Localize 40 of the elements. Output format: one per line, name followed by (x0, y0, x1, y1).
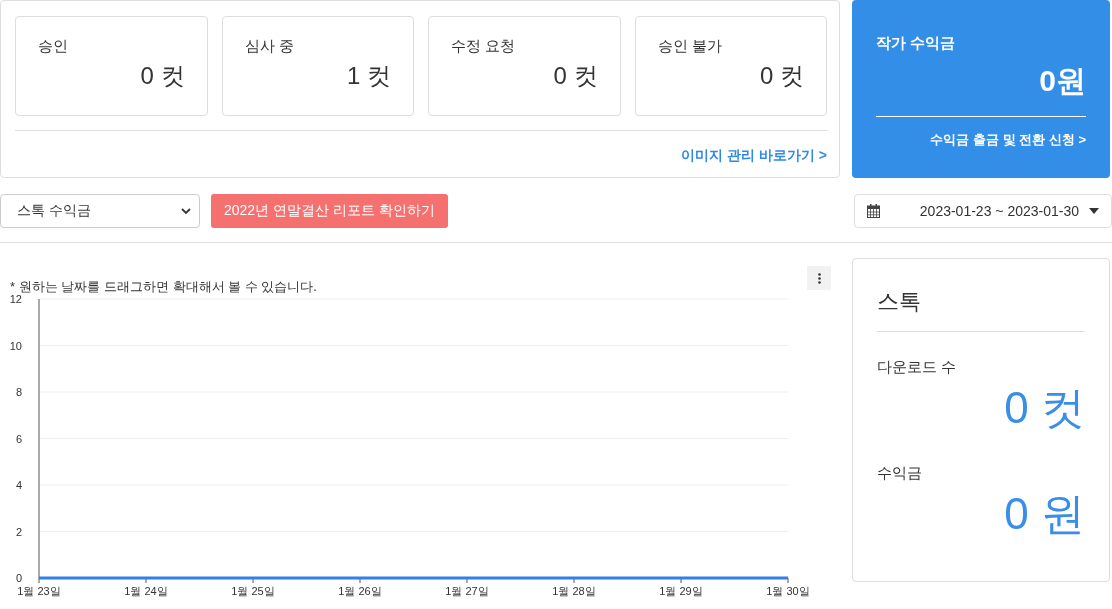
earnings-title: 작가 수익금 (876, 34, 956, 53)
x-tick-label: 1월 27일 (445, 585, 489, 597)
y-tick-label: 6 (15, 432, 22, 445)
more-icon[interactable] (807, 266, 831, 290)
x-tick-label: 1월 28일 (552, 585, 596, 597)
image-management-link[interactable]: 이미지 관리 바로가기 > (681, 147, 827, 165)
caret-icon (1089, 207, 1099, 214)
y-tick-label: 4 (15, 479, 22, 491)
status-count: 0 컷 (760, 61, 804, 91)
status-count: 0 컷 (553, 61, 598, 91)
y-tick-label: 8 (15, 386, 22, 398)
status-count: 0 컷 (140, 61, 185, 91)
chart-hint: * 원하는 날짜를 드래그하면 확대해서 볼 수 있습니다. (10, 278, 317, 295)
stat-label: 다운로드 수 (877, 358, 957, 377)
x-tick-label: 1월 26일 (338, 585, 382, 597)
stat-value: 0 컷 (1004, 382, 1085, 434)
x-tick-label: 1월 29일 (659, 585, 703, 597)
calendar-icon (867, 203, 880, 218)
withdraw-link[interactable]: 수익금 출금 및 전환 신청 > (930, 131, 1086, 149)
stat-value: 0 원 (1004, 488, 1085, 540)
x-tick-label: 1월 25일 (231, 585, 275, 597)
report-button[interactable]: 2022년 연말결산 리포트 확인하기 (211, 193, 448, 228)
y-tick-label: 0 (15, 572, 22, 584)
status-count: 1 컷 (347, 61, 391, 91)
y-tick-label: 12 (9, 293, 22, 305)
x-tick-label: 1월 30일 (766, 585, 810, 597)
status-label: 심사 중 (244, 37, 294, 56)
type-select[interactable]: 스톡 수익금 (0, 193, 200, 228)
y-tick-label: 10 (9, 339, 22, 352)
date-range-picker[interactable]: 2023-01-23 ~ 2023-01-30 (854, 193, 1112, 228)
stat-label: 수익금 (877, 464, 922, 483)
earnings-amount: 0원 (1039, 63, 1086, 99)
status-label: 수정 요청 (451, 37, 516, 56)
x-tick-label: 1월 24일 (124, 585, 168, 597)
y-tick-label: 2 (15, 525, 22, 538)
x-tick-label: 1월 23일 (17, 585, 61, 597)
stock-title: 스톡 (877, 287, 1085, 332)
status-label: 승인 불가 (657, 37, 722, 56)
status-label: 승인 (38, 37, 68, 56)
chevron-down-icon (181, 207, 191, 214)
